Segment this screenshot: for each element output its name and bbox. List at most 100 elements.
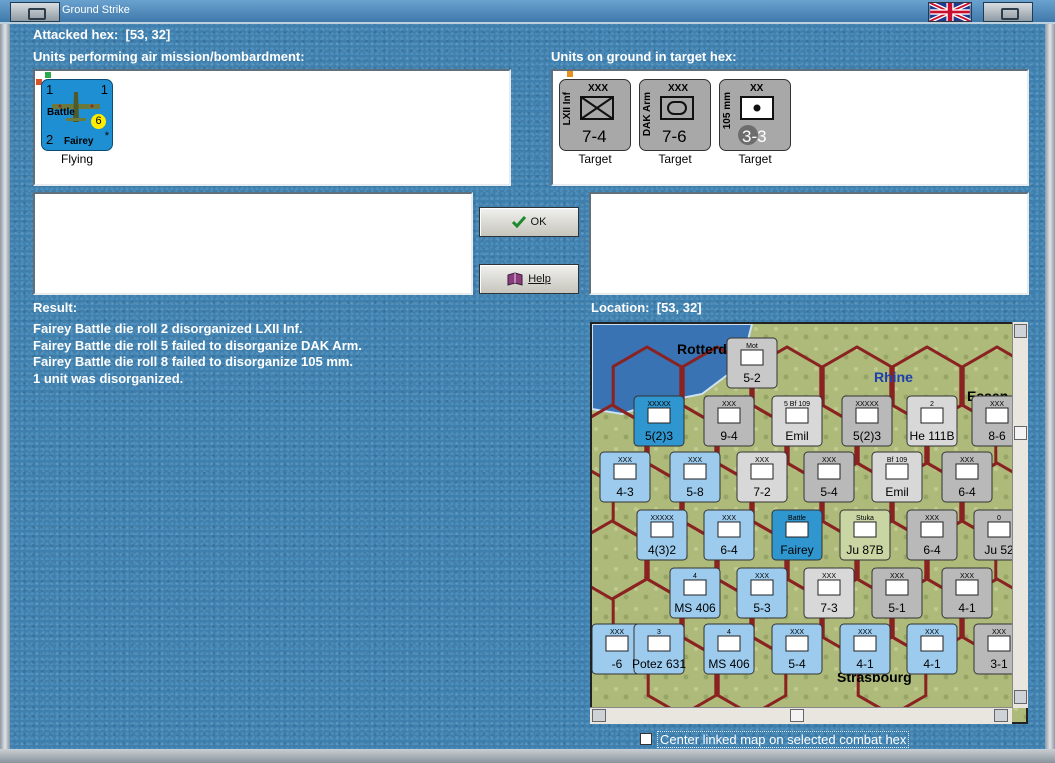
map-counter[interactable]: XXXXX 4(3)2	[636, 509, 688, 561]
map-counter[interactable]: XXXXX 5(2)3	[841, 395, 893, 447]
ok-button[interactable]: OK	[479, 207, 579, 237]
map-counter[interactable]: XXX 4-1	[906, 623, 958, 675]
map-counter-label: XXX	[610, 629, 624, 636]
map-counter[interactable]: XXX 6-4	[906, 509, 958, 561]
unit-symbol-icon	[920, 635, 944, 652]
dak-arm-counter[interactable]: DAK Arm XXX 7-6	[639, 79, 711, 151]
map-counter[interactable]: XXX 9-4	[703, 395, 755, 447]
right-frame	[1045, 24, 1055, 750]
105mm-counter[interactable]: 105 mm XX 3-3	[719, 79, 791, 151]
map-counter-text: 7-3	[820, 601, 838, 615]
fairey-battle-counter[interactable]: 1 1 Battle 6 2 Fairey *	[41, 79, 113, 151]
unit-symbol-icon	[785, 407, 809, 424]
map-counter[interactable]: XXX 7-3	[803, 567, 855, 619]
checkmark-icon	[511, 216, 526, 228]
map-counter[interactable]: 2 He 111B	[906, 395, 958, 447]
help-button[interactable]: Help	[479, 264, 579, 294]
window-menu-button[interactable]	[10, 2, 60, 22]
scroll-right-button[interactable]	[994, 709, 1008, 722]
map-counter[interactable]: Bf 109 Emil	[871, 451, 923, 503]
map-counter-text: 4-1	[958, 601, 976, 615]
map-counter[interactable]: XXX 5-4	[771, 623, 823, 675]
unit-symbol-icon	[683, 463, 707, 480]
hex-map-canvas[interactable]: RotterdamRhineEssenStrasbourg Mot5-2XXXX…	[592, 324, 1028, 724]
unit-symbol-icon	[750, 463, 774, 480]
counter-badge: 6	[91, 114, 106, 129]
map-counter-text: 4(3)2	[648, 543, 676, 557]
unit-symbol-icon	[613, 463, 637, 480]
air-unit-counter-wrapper[interactable]: 1 1 Battle 6 2 Fairey * Flying	[36, 72, 121, 166]
map-counter[interactable]: XXX 4-1	[941, 567, 993, 619]
map-counter[interactable]: XXX 4-1	[839, 623, 891, 675]
map-counter[interactable]: XXX 6-4	[703, 509, 755, 561]
map-counter[interactable]: XXX 5-3	[736, 567, 788, 619]
scroll-left-button[interactable]	[592, 709, 606, 722]
map-counter[interactable]: Stuka Ju 87B	[839, 509, 891, 561]
center-map-checkbox-label[interactable]: Center linked map on selected combat hex	[657, 731, 910, 748]
map-counter[interactable]: XXX 4-3	[599, 451, 651, 503]
map-counter[interactable]: XXX 5-1	[871, 567, 923, 619]
armor-symbol-icon	[660, 96, 694, 120]
ground-unit-105mm[interactable]: 105 mm XX 3-3 Target	[719, 79, 799, 166]
result-line: 1 unit was disorganized.	[33, 370, 184, 386]
map-counter-text: 6-4	[923, 543, 941, 557]
map-counter-text: -6	[612, 657, 623, 671]
map-counter-text: 5-4	[788, 657, 806, 671]
counter-strength: 3-3	[742, 127, 767, 146]
counter-name-bottom: Fairey	[64, 136, 94, 147]
ground-unit-dak-arm[interactable]: DAK Arm XXX 7-6 Target	[639, 79, 719, 166]
scroll-down-button[interactable]	[1014, 690, 1027, 704]
map-counter[interactable]: 5 Bf 109 Emil	[771, 395, 823, 447]
map-counter[interactable]: Battle Fairey	[771, 509, 823, 561]
map-counter-text: 5-4	[820, 485, 838, 499]
unit-symbol-icon	[817, 579, 841, 596]
map-counter[interactable]: XXX 6-4	[941, 451, 993, 503]
lxii-inf-counter[interactable]: LXII Inf XXX 7-4	[559, 79, 631, 151]
scroll-up-button[interactable]	[1014, 324, 1027, 338]
map-counter[interactable]: XXX 5-4	[803, 451, 855, 503]
map-counter-label: XXX	[858, 629, 872, 636]
map-counter[interactable]: 4 MS 406	[669, 567, 721, 619]
map-counter[interactable]: XXX 5-8	[669, 451, 721, 503]
center-map-checkbox[interactable]	[640, 733, 652, 745]
map-counter-text: MS 406	[674, 601, 716, 615]
horizontal-scroll-thumb[interactable]	[790, 709, 804, 722]
vertical-scroll-thumb[interactable]	[1014, 426, 1027, 440]
unit-symbol-icon	[885, 579, 909, 596]
map-counter-text: Potez 631	[632, 657, 686, 671]
map-horizontal-scrollbar[interactable]	[590, 707, 1012, 724]
result-log: Fairey Battle die roll 2 disorganized LX…	[33, 321, 362, 387]
map-counter[interactable]: XXXXX 5(2)3	[633, 395, 685, 447]
map-counter[interactable]: 4 MS 406	[703, 623, 755, 675]
ground-unit-lxii-inf[interactable]: LXII Inf XXX 7-4 Target	[559, 79, 639, 166]
air-units-heading: Units performing air mission/bombardment…	[33, 49, 305, 64]
map-counter-text: 9-4	[720, 429, 738, 443]
unit-symbol-icon	[987, 635, 1011, 652]
map-counter-text: Emil	[885, 485, 908, 499]
map-counter-text: Fairey	[780, 543, 813, 557]
map-counter-text: 5(2)3	[853, 429, 881, 443]
map-counter[interactable]: Mot 5-2	[726, 337, 778, 389]
unit-symbol-icon	[855, 407, 879, 424]
map-counter[interactable]: 3 Potez 631	[632, 623, 686, 675]
orange-marker-icon	[567, 71, 573, 77]
ground-unit-status: Target	[578, 152, 612, 166]
unit-symbol-icon	[750, 579, 774, 596]
counter-bottom-left: 2	[46, 132, 54, 147]
window-close-button[interactable]	[983, 2, 1033, 22]
result-line: Fairey Battle die roll 2 disorganized LX…	[33, 321, 303, 336]
air-units-panel: 1 1 Battle 6 2 Fairey * Flying	[33, 69, 511, 186]
unit-symbol-icon	[647, 407, 671, 424]
map-vertical-scrollbar[interactable]	[1012, 322, 1028, 708]
unit-symbol-icon	[717, 407, 741, 424]
map-counter-label: 4	[727, 629, 731, 636]
map-counter-label: XXX	[790, 629, 804, 636]
map-counter[interactable]: XXX 7-2	[736, 451, 788, 503]
map-counter-text: Ju 52	[984, 543, 1014, 557]
ok-button-label: OK	[530, 216, 547, 228]
hex-map-view[interactable]: RotterdamRhineEssenStrasbourg Mot5-2XXXX…	[590, 322, 1028, 724]
map-counter-label: XXX	[960, 457, 974, 464]
map-counter-text: 5-3	[753, 601, 771, 615]
counter-size: XXX	[668, 83, 689, 94]
map-counter-label: XXX	[755, 457, 769, 464]
